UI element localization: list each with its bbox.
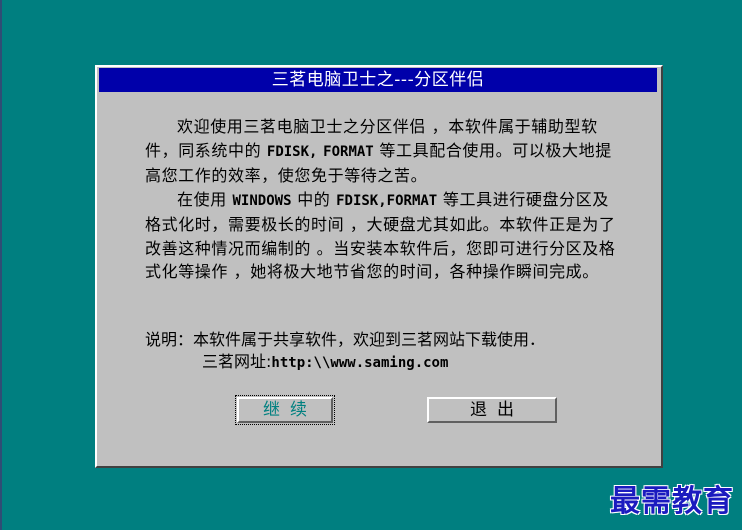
website-line: 三茗网址:http:\\www.saming.com — [145, 351, 625, 374]
desktop: { "dialog": { "title": "三茗电脑卫士之---分区伴侣",… — [0, 0, 742, 530]
format-label: FORMAT — [323, 143, 374, 160]
continue-button-label: 继续 — [263, 400, 317, 420]
tools-label: FDISK,FORMAT — [336, 192, 438, 209]
dialog-title: 三茗电脑卫士之---分区伴侣 — [99, 68, 657, 92]
paragraph-2-text-a: 在使用 — [177, 189, 233, 209]
website-url: http:\\www.saming.com — [271, 355, 449, 371]
description-paragraph-1: 欢迎使用三茗电脑卫士之分区伴侣 ，本软件属于辅助型软件，同系统中的 FDISK,… — [145, 115, 625, 188]
watermark-logo: 最需教育 — [610, 484, 734, 519]
fdisk-label: FDISK, — [266, 143, 318, 160]
paragraph-2-text-b: 中的 — [291, 189, 337, 209]
website-label: 三茗网址: — [202, 352, 272, 371]
note-text: 本软件属于共享软件，欢迎到三茗网站下载使用． — [193, 330, 546, 349]
continue-button[interactable]: 继续 — [235, 395, 335, 425]
partition-companion-dialog: 三茗电脑卫士之---分区伴侣 欢迎使用三茗电脑卫士之分区伴侣 ，本软件属于辅助型… — [95, 65, 663, 468]
note-label: 说明： — [145, 330, 194, 349]
shareware-note: 说明：本软件属于共享软件，欢迎到三茗网站下载使用． 三茗网址:http:\\ww… — [145, 329, 625, 374]
exit-button[interactable]: 退出 — [427, 397, 557, 423]
description-paragraph-2: 在使用 WINDOWS 中的 FDISK,FORMAT 等工具进行硬盘分区及格式… — [145, 188, 625, 284]
note-line: 说明：本软件属于共享软件，欢迎到三茗网站下载使用． — [145, 329, 625, 351]
left-window-edge — [0, 0, 2, 530]
dialog-description: 欢迎使用三茗电脑卫士之分区伴侣 ，本软件属于辅助型软件，同系统中的 FDISK,… — [145, 115, 625, 284]
windows-label: WINDOWS — [232, 192, 292, 209]
exit-button-label: 退出 — [470, 400, 524, 420]
